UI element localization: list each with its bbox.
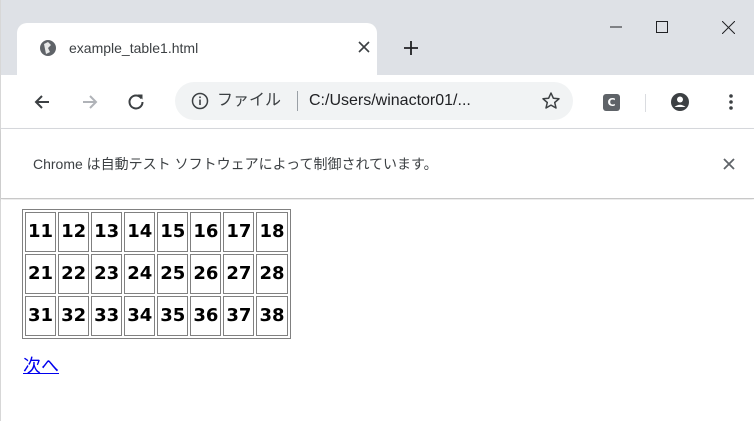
globe-icon xyxy=(39,39,57,57)
table-cell: 38 xyxy=(256,296,288,336)
table-cell: 13 xyxy=(91,212,123,252)
extension-icon[interactable]: C xyxy=(603,94,620,111)
automation-infobar: Chrome は自動テスト ソフトウェアによって制御されています。 xyxy=(1,129,754,199)
table-cell: 23 xyxy=(91,254,123,294)
table-cell: 26 xyxy=(190,254,222,294)
info-icon[interactable] xyxy=(191,92,209,110)
table-cell: 31 xyxy=(25,296,57,336)
table-cell: 17 xyxy=(223,212,255,252)
maximize-icon[interactable] xyxy=(647,14,677,40)
table-cell: 14 xyxy=(124,212,156,252)
table-cell: 21 xyxy=(25,254,57,294)
back-arrow-icon[interactable] xyxy=(27,87,57,117)
table-cell: 15 xyxy=(157,212,189,252)
url-text[interactable]: C:/Users/winactor01/... xyxy=(309,91,471,111)
browser-toolbar: ファイル C:/Users/winactor01/... C xyxy=(1,75,754,129)
forward-arrow-icon[interactable] xyxy=(75,87,105,117)
table-cell: 27 xyxy=(223,254,255,294)
table-cell: 25 xyxy=(157,254,189,294)
window-close-icon[interactable] xyxy=(713,14,743,40)
table-row: 11 12 13 14 15 16 17 18 xyxy=(25,212,288,252)
tab-active[interactable]: example_table1.html xyxy=(17,23,377,75)
table-cell: 18 xyxy=(256,212,288,252)
scheme-label: ファイル xyxy=(217,92,282,109)
tab-close-icon[interactable] xyxy=(352,35,376,59)
infobar-close-icon[interactable] xyxy=(718,153,740,175)
table-cell: 32 xyxy=(58,296,90,336)
address-bar[interactable]: ファイル C:/Users/winactor01/... xyxy=(175,82,573,120)
omnibox-separator xyxy=(297,91,298,111)
table-cell: 16 xyxy=(190,212,222,252)
infobar-message: Chrome は自動テスト ソフトウェアによって制御されています。 xyxy=(33,156,438,172)
profile-icon[interactable] xyxy=(665,87,695,117)
bookmark-star-icon[interactable] xyxy=(541,91,561,111)
page-content: 11 12 13 14 15 16 17 18 21 22 23 24 25 26 27 28 31 32 33 34… xyxy=(1,200,754,421)
table-cell: 24 xyxy=(124,254,156,294)
table-row: 31 32 33 34 35 36 37 38 xyxy=(25,296,288,336)
tab-strip: example_table1.html xyxy=(1,0,754,75)
toolbar-separator xyxy=(645,94,646,112)
browser-window: example_table1.html ファイル C:/Users/winact… xyxy=(0,0,754,421)
table-cell: 36 xyxy=(190,296,222,336)
table-cell: 12 xyxy=(58,212,90,252)
minimize-icon[interactable] xyxy=(601,14,631,40)
table-cell: 37 xyxy=(223,296,255,336)
reload-icon[interactable] xyxy=(121,87,151,117)
tab-title: example_table1.html xyxy=(69,40,199,56)
table-row: 21 22 23 24 25 26 27 28 xyxy=(25,254,288,294)
number-table: 11 12 13 14 15 16 17 18 21 22 23 24 25 26 27 28 31 32 33 34… xyxy=(22,209,291,339)
table-cell: 11 xyxy=(25,212,57,252)
table-cell: 35 xyxy=(157,296,189,336)
next-link[interactable]: 次へ xyxy=(23,356,59,378)
table-cell: 34 xyxy=(124,296,156,336)
table-cell: 33 xyxy=(91,296,123,336)
table-cell: 28 xyxy=(256,254,288,294)
menu-kebab-icon[interactable] xyxy=(716,87,746,117)
new-tab-icon[interactable] xyxy=(397,34,425,62)
table-cell: 22 xyxy=(58,254,90,294)
